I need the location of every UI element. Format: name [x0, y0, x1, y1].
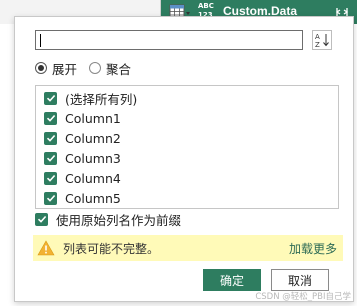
list-item-select-all[interactable]: (选择所有列): [44, 88, 137, 108]
list-item-column3[interactable]: Column3: [44, 148, 121, 168]
warning-icon: [37, 240, 55, 256]
watermark: CSDN @轻松_PBI自己学: [255, 292, 351, 302]
list-item-label: Column4: [65, 170, 121, 186]
search-input[interactable]: [35, 30, 303, 50]
list-item-column4[interactable]: Column4: [44, 168, 121, 188]
list-item-label: Column1: [65, 110, 121, 126]
list-item-label: Column3: [65, 150, 121, 166]
svg-text:Z: Z: [315, 41, 320, 49]
radio-aggregate-label: 聚合: [106, 61, 132, 77]
radio-expand-label: 展开: [52, 61, 78, 77]
checkbox-checked: [44, 111, 57, 125]
column-list: (选择所有列) Column1 Column2 Column3 Column4 …: [35, 85, 339, 209]
ok-button[interactable]: 确定: [203, 269, 261, 291]
checkbox-checked: [44, 171, 57, 185]
mode-radio-group: 展开 聚合: [35, 59, 143, 77]
svg-text:A: A: [315, 33, 320, 41]
sort-az-icon: A Z: [315, 33, 329, 49]
checkbox-checked: [44, 191, 57, 205]
load-more-link[interactable]: 加载更多: [289, 240, 337, 257]
list-item-label: (选择所有列): [65, 91, 138, 107]
list-item-label: Column5: [65, 190, 121, 206]
checkbox-checked: [35, 212, 48, 226]
list-item-column2[interactable]: Column2: [44, 128, 121, 148]
warning-banner: 列表可能不完整。 加载更多: [33, 235, 343, 261]
checkbox-checked: [44, 91, 57, 105]
warning-text: 列表可能不完整。: [63, 241, 160, 256]
cancel-button[interactable]: 取消: [271, 269, 329, 291]
list-item-label: Column2: [65, 130, 121, 146]
expand-column-panel: A Z 展开 聚合 (选择所有列) Column1 Column2 Column…: [14, 16, 354, 302]
use-prefix-checkbox[interactable]: 使用原始列名作为前缀: [35, 209, 181, 229]
text-caret: [40, 34, 41, 47]
sort-button[interactable]: A Z: [312, 30, 332, 50]
type-badge-line1: ABC: [198, 2, 214, 10]
list-item-column1[interactable]: Column1: [44, 108, 121, 128]
list-item-column5[interactable]: Column5: [44, 188, 121, 208]
radio-aggregate[interactable]: 聚合: [89, 59, 131, 78]
radio-expand-indicator: [35, 62, 47, 74]
checkbox-checked: [44, 151, 57, 165]
radio-aggregate-indicator: [89, 62, 102, 74]
checkbox-checked: [44, 131, 57, 145]
use-prefix-label: 使用原始列名作为前缀: [56, 212, 182, 228]
radio-expand[interactable]: 展开: [35, 59, 77, 78]
